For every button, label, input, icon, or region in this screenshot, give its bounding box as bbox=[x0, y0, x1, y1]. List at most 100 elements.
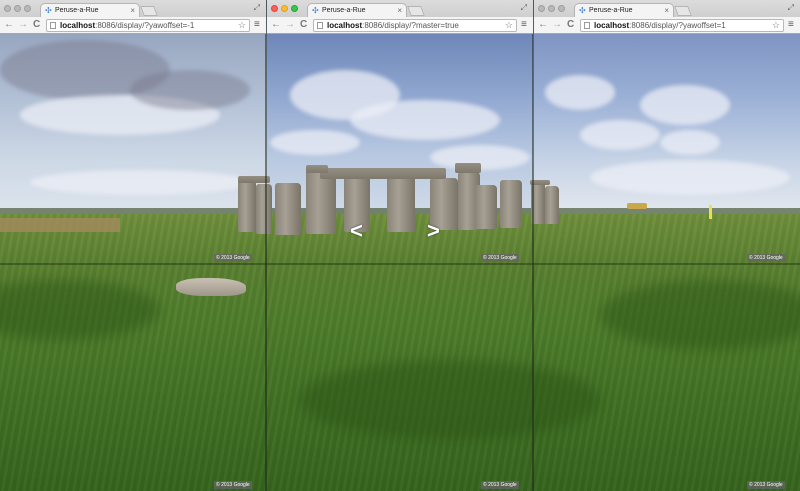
nav-left-arrow-icon[interactable]: < bbox=[350, 220, 363, 242]
lintel-stone bbox=[455, 163, 481, 173]
tab-title: Peruse-a-Rue bbox=[55, 7, 99, 14]
cloud bbox=[350, 100, 500, 140]
display-seam-vertical bbox=[532, 0, 534, 491]
url-path: :8086/display/?master=true bbox=[362, 21, 459, 30]
browser-tab[interactable]: ✣ Peruse-a-Rue × bbox=[307, 3, 407, 17]
cloud bbox=[30, 170, 250, 195]
address-bar[interactable]: localhost:8086/display/?yawoffset=1 ☆ bbox=[580, 19, 784, 32]
fallen-stone bbox=[176, 278, 246, 296]
bookmark-star-icon[interactable]: ☆ bbox=[238, 20, 246, 31]
standing-stone bbox=[275, 183, 301, 235]
copyright-label: © 2013 Google bbox=[481, 481, 519, 489]
browser-toolbar: ← → C localhost:8086/display/?master=tru… bbox=[267, 17, 533, 34]
lintel-stone bbox=[320, 168, 446, 179]
browser-toolbar: ← → C localhost:8086/display/?yawoffset=… bbox=[534, 17, 800, 34]
page-icon bbox=[317, 22, 323, 29]
minimize-window-button[interactable] bbox=[14, 5, 21, 12]
tab-bar: ✣ Peruse-a-Rue × ⤢ bbox=[534, 0, 800, 17]
fullscreen-icon[interactable]: ⤢ bbox=[521, 3, 527, 13]
favicon-icon: ✣ bbox=[45, 6, 52, 15]
cloud bbox=[130, 70, 250, 110]
minimize-window-button[interactable] bbox=[548, 5, 555, 12]
url-host: localhost bbox=[594, 21, 630, 30]
standing-stone bbox=[387, 176, 415, 232]
reload-icon[interactable]: C bbox=[33, 19, 40, 31]
tab-close-icon[interactable]: × bbox=[397, 6, 402, 15]
display-seam-horizontal bbox=[0, 263, 800, 265]
fullscreen-icon[interactable]: ⤢ bbox=[254, 3, 260, 13]
browser-window-center: ✣ Peruse-a-Rue × ⤢ ← → C localhost:8086/… bbox=[267, 0, 533, 34]
bookmark-star-icon[interactable]: ☆ bbox=[772, 20, 780, 31]
menu-icon[interactable]: ≡ bbox=[788, 19, 794, 30]
page-icon bbox=[584, 22, 590, 29]
window-controls bbox=[4, 5, 31, 12]
forward-icon[interactable]: → bbox=[285, 19, 295, 31]
back-icon[interactable]: ← bbox=[4, 19, 14, 31]
favicon-icon: ✣ bbox=[579, 6, 586, 15]
distant-vehicle bbox=[627, 203, 647, 209]
nav-right-arrow-icon[interactable]: > bbox=[427, 220, 440, 242]
window-controls bbox=[271, 5, 298, 12]
tab-close-icon[interactable]: × bbox=[130, 6, 135, 15]
cloud bbox=[660, 130, 720, 155]
zoom-window-button[interactable] bbox=[558, 5, 565, 12]
menu-icon[interactable]: ≡ bbox=[254, 19, 260, 30]
copyright-label: © 2013 Google bbox=[214, 481, 252, 489]
standing-stone bbox=[256, 184, 272, 234]
distant-person bbox=[709, 205, 712, 219]
fullscreen-icon[interactable]: ⤢ bbox=[788, 3, 794, 13]
display-seam-vertical bbox=[265, 0, 267, 491]
close-window-button[interactable] bbox=[4, 5, 11, 12]
menu-icon[interactable]: ≡ bbox=[521, 19, 527, 30]
cloud bbox=[580, 120, 660, 150]
grass-texture bbox=[0, 214, 800, 491]
page-icon bbox=[50, 22, 56, 29]
close-window-button[interactable] bbox=[538, 5, 545, 12]
tab-close-icon[interactable]: × bbox=[664, 6, 669, 15]
browser-tab[interactable]: ✣ Peruse-a-Rue × bbox=[40, 3, 140, 17]
zoom-window-button[interactable] bbox=[24, 5, 31, 12]
browser-window-right: ✣ Peruse-a-Rue × ⤢ ← → C localhost:8086/… bbox=[534, 0, 800, 34]
forward-icon[interactable]: → bbox=[18, 19, 28, 31]
standing-stone bbox=[500, 180, 522, 228]
tab-bar: ✣ Peruse-a-Rue × ⤢ bbox=[0, 0, 266, 17]
copyright-label: © 2013 Google bbox=[747, 481, 785, 489]
tab-title: Peruse-a-Rue bbox=[322, 7, 366, 14]
forward-icon[interactable]: → bbox=[552, 19, 562, 31]
new-tab-button[interactable] bbox=[674, 6, 692, 16]
dirt-path bbox=[0, 218, 120, 232]
standing-stone bbox=[545, 186, 559, 224]
url-path: :8086/display/?yawoffset=1 bbox=[629, 21, 726, 30]
browser-tab[interactable]: ✣ Peruse-a-Rue × bbox=[574, 3, 674, 17]
standing-stone bbox=[475, 185, 497, 229]
browser-toolbar: ← → C localhost:8086/display/?yawoffset=… bbox=[0, 17, 266, 34]
close-window-button[interactable] bbox=[271, 5, 278, 12]
minimize-window-button[interactable] bbox=[281, 5, 288, 12]
address-bar[interactable]: localhost:8086/display/?yawoffset=-1 ☆ bbox=[46, 19, 250, 32]
standing-stone bbox=[238, 180, 256, 232]
grass-mound bbox=[300, 360, 600, 440]
copyright-label: © 2013 Google bbox=[747, 254, 785, 262]
zoom-window-button[interactable] bbox=[291, 5, 298, 12]
address-bar[interactable]: localhost:8086/display/?master=true ☆ bbox=[313, 19, 517, 32]
window-controls bbox=[538, 5, 565, 12]
cloud bbox=[545, 75, 615, 110]
url-host: localhost bbox=[327, 21, 363, 30]
back-icon[interactable]: ← bbox=[271, 19, 281, 31]
back-icon[interactable]: ← bbox=[538, 19, 548, 31]
favicon-icon: ✣ bbox=[312, 6, 319, 15]
copyright-label: © 2013 Google bbox=[481, 254, 519, 262]
standing-stone bbox=[306, 170, 336, 234]
tab-bar: ✣ Peruse-a-Rue × ⤢ bbox=[267, 0, 533, 17]
cloud bbox=[640, 85, 730, 125]
cloud bbox=[590, 160, 790, 195]
lintel-stone bbox=[306, 165, 328, 173]
reload-icon[interactable]: C bbox=[567, 19, 574, 31]
bookmark-star-icon[interactable]: ☆ bbox=[505, 20, 513, 31]
reload-icon[interactable]: C bbox=[300, 19, 307, 31]
new-tab-button[interactable] bbox=[407, 6, 425, 16]
url-path: :8086/display/?yawoffset=-1 bbox=[95, 21, 195, 30]
new-tab-button[interactable] bbox=[140, 6, 158, 16]
tab-title: Peruse-a-Rue bbox=[589, 7, 633, 14]
cloud bbox=[270, 130, 360, 155]
